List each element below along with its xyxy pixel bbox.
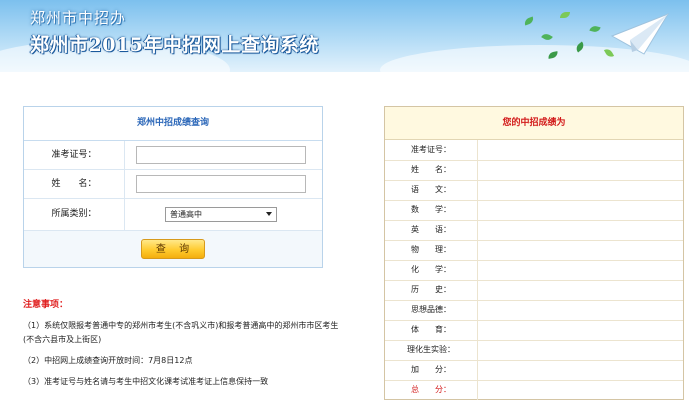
result-row: 语 文： <box>385 180 683 201</box>
form-row-ticket: 准考证号： <box>24 141 322 170</box>
result-label-math: 数 学： <box>385 200 478 220</box>
result-value-chemistry <box>478 260 683 280</box>
result-row: 加 分： <box>385 360 683 381</box>
result-value-english <box>478 220 683 240</box>
result-row: 理化生实验： <box>385 340 683 361</box>
result-row: 历 史： <box>385 280 683 301</box>
ticket-number-input[interactable] <box>136 146 306 164</box>
score-results-panel: 您的中招成绩为 准考证号： 姓 名： 语 文： 数 学： 英 语： 物 理： 化… <box>384 106 684 400</box>
result-label-history: 历 史： <box>385 280 478 300</box>
result-row-total: 总 分： <box>385 380 683 400</box>
form-row-name: 姓 名： <box>24 170 322 199</box>
query-button[interactable]: 查 询 <box>141 239 205 259</box>
result-value-ticket <box>478 140 683 160</box>
site-name: 郑州市中招办 <box>30 9 127 27</box>
page-title: 郑州市2015年中招网上查询系统 <box>30 34 319 56</box>
result-label-bonus: 加 分： <box>385 360 478 380</box>
result-row: 思想品德： <box>385 300 683 321</box>
result-value-physics <box>478 240 683 260</box>
category-label: 所属类别： <box>24 199 125 230</box>
name-label: 姓 名： <box>24 170 125 198</box>
result-row: 准考证号： <box>385 140 683 161</box>
result-label-english: 英 语： <box>385 220 478 240</box>
result-label-morality: 思想品德： <box>385 300 478 320</box>
note-item: （2）中招网上成绩查询开放时间：7月8日12点 <box>23 356 193 365</box>
header-banner: 郑州市中招办 郑州市2015年中招网上查询系统 <box>0 0 689 72</box>
score-query-form: 郑州中招成绩查询 准考证号： 姓 名： 所属类别： 普通高中 查 询 <box>23 106 323 268</box>
form-actions: 查 询 <box>24 231 322 267</box>
category-selected-value: 普通高中 <box>170 210 202 219</box>
result-label-pe: 体 育： <box>385 320 478 340</box>
result-row: 英 语： <box>385 220 683 241</box>
result-label-total: 总 分： <box>385 380 478 400</box>
notes-section: 注意事项： （1）系统仅限报考普通中专的郑州市考生(不含巩义市)和报考普通高中的… <box>23 297 343 396</box>
form-row-category: 所属类别： 普通高中 <box>24 199 322 231</box>
note-item: （3）准考证号与姓名请与考生中招文化课考试准考证上信息保持一致 <box>23 377 269 386</box>
result-row: 数 学： <box>385 200 683 221</box>
result-value-pe <box>478 320 683 340</box>
name-input[interactable] <box>136 175 306 193</box>
result-label-name: 姓 名： <box>385 160 478 180</box>
leaf-icon <box>560 12 570 18</box>
leaf-icon <box>523 16 535 26</box>
notes-title: 注意事项： <box>23 300 69 310</box>
chevron-down-icon <box>266 212 272 216</box>
category-select[interactable]: 普通高中 <box>165 207 277 222</box>
leaf-icon <box>589 24 601 34</box>
result-row: 化 学： <box>385 260 683 281</box>
result-value-math <box>478 200 683 220</box>
result-row: 物 理： <box>385 240 683 261</box>
result-label-lab: 理化生实验： <box>385 340 478 360</box>
results-title: 您的中招成绩为 <box>385 107 683 140</box>
result-value-name <box>478 160 683 180</box>
result-label-chinese: 语 文： <box>385 180 478 200</box>
ticket-number-label: 准考证号： <box>24 141 125 169</box>
query-form-title: 郑州中招成绩查询 <box>24 107 322 141</box>
paper-plane-icon <box>610 12 670 55</box>
leaf-icon <box>541 31 553 43</box>
result-value-lab <box>478 340 683 360</box>
result-value-total <box>478 380 683 400</box>
result-label-ticket: 准考证号： <box>385 140 478 160</box>
result-value-morality <box>478 300 683 320</box>
result-row: 体 育： <box>385 320 683 341</box>
note-item: （1）系统仅限报考普通中专的郑州市考生(不含巩义市)和报考普通高中的郑州市市区考… <box>23 321 339 344</box>
result-label-physics: 物 理： <box>385 240 478 260</box>
result-value-history <box>478 280 683 300</box>
result-value-bonus <box>478 360 683 380</box>
result-row: 姓 名： <box>385 160 683 181</box>
result-value-chinese <box>478 180 683 200</box>
result-label-chemistry: 化 学： <box>385 260 478 280</box>
